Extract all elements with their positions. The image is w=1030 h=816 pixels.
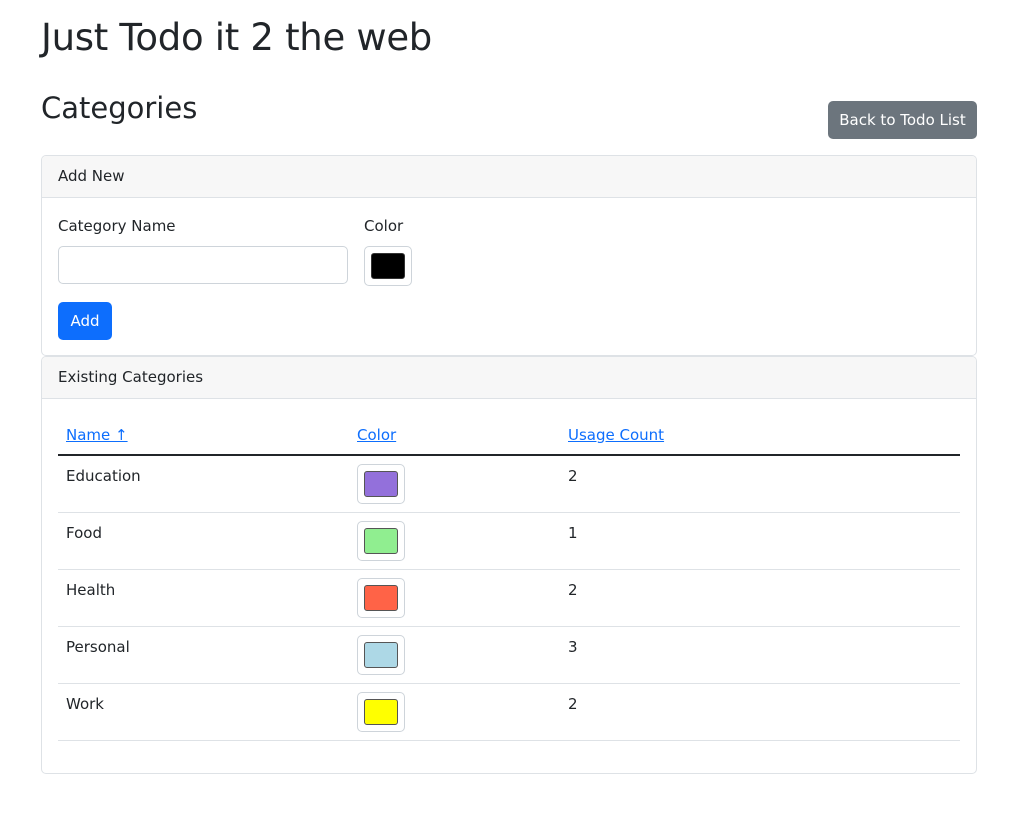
category-color-swatch-fill: [364, 471, 398, 497]
category-name-input[interactable]: [58, 246, 348, 284]
table-row: Work 2: [58, 683, 960, 741]
category-name-cell: Food: [58, 512, 349, 570]
table-row: Food 1: [58, 512, 960, 570]
category-name-cell: Health: [58, 569, 349, 627]
category-name-label: Category Name: [58, 217, 176, 235]
category-color-swatch-fill: [364, 698, 398, 725]
category-color-cell: [349, 569, 560, 627]
category-color-swatch[interactable]: [357, 691, 405, 732]
column-header-color: Color: [349, 415, 560, 456]
category-color-cell: [349, 455, 560, 513]
category-name-cell: Work: [58, 683, 349, 741]
app-title: Just Todo it 2 the web: [41, 16, 432, 59]
category-color-swatch[interactable]: [357, 634, 405, 675]
category-color-swatch-fill: [364, 641, 398, 668]
sort-by-usage-count-link[interactable]: Usage Count: [568, 426, 664, 444]
column-header-usage: Usage Count: [560, 415, 960, 456]
color-label: Color: [364, 217, 404, 235]
category-color-cell: [349, 512, 560, 570]
add-new-card: Add New Category Name Color Add: [41, 155, 977, 356]
column-header-name: Name ↑: [58, 415, 349, 456]
table-row: Health 2: [58, 569, 960, 627]
existing-categories-card-header: Existing Categories: [42, 357, 976, 399]
add-new-card-header: Add New: [42, 156, 976, 198]
category-usage-cell: 1: [560, 512, 960, 570]
categories-table: Name ↑ Color Usage Count Education 2 Foo…: [58, 415, 960, 741]
color-picker[interactable]: [364, 246, 412, 286]
table-row: Education 2: [58, 455, 960, 513]
category-color-swatch-fill: [364, 527, 398, 554]
page: Just Todo it 2 the web Categories Back t…: [0, 0, 1030, 816]
category-usage-cell: 2: [560, 683, 960, 741]
category-name-cell: Education: [58, 455, 349, 513]
add-button[interactable]: Add: [58, 302, 112, 340]
sort-by-color-link[interactable]: Color: [357, 426, 396, 444]
category-color-cell: [349, 626, 560, 684]
category-usage-cell: 2: [560, 455, 960, 513]
table-header-row: Name ↑ Color Usage Count: [58, 415, 960, 456]
category-name-cell: Personal: [58, 626, 349, 684]
category-color-swatch[interactable]: [357, 577, 405, 618]
back-to-todo-list-button[interactable]: Back to Todo List: [828, 101, 977, 139]
table-row: Personal 3: [58, 626, 960, 684]
existing-categories-card: Existing Categories Name ↑ Color Usage C…: [41, 356, 977, 774]
sort-by-name-link[interactable]: Name ↑: [66, 426, 128, 444]
category-color-swatch[interactable]: [357, 520, 405, 561]
category-usage-cell: 3: [560, 626, 960, 684]
category-usage-cell: 2: [560, 569, 960, 627]
color-picker-swatch: [371, 253, 405, 279]
category-color-swatch[interactable]: [357, 464, 405, 504]
page-title: Categories: [41, 91, 198, 125]
category-color-swatch-fill: [364, 584, 398, 611]
category-color-cell: [349, 683, 560, 741]
